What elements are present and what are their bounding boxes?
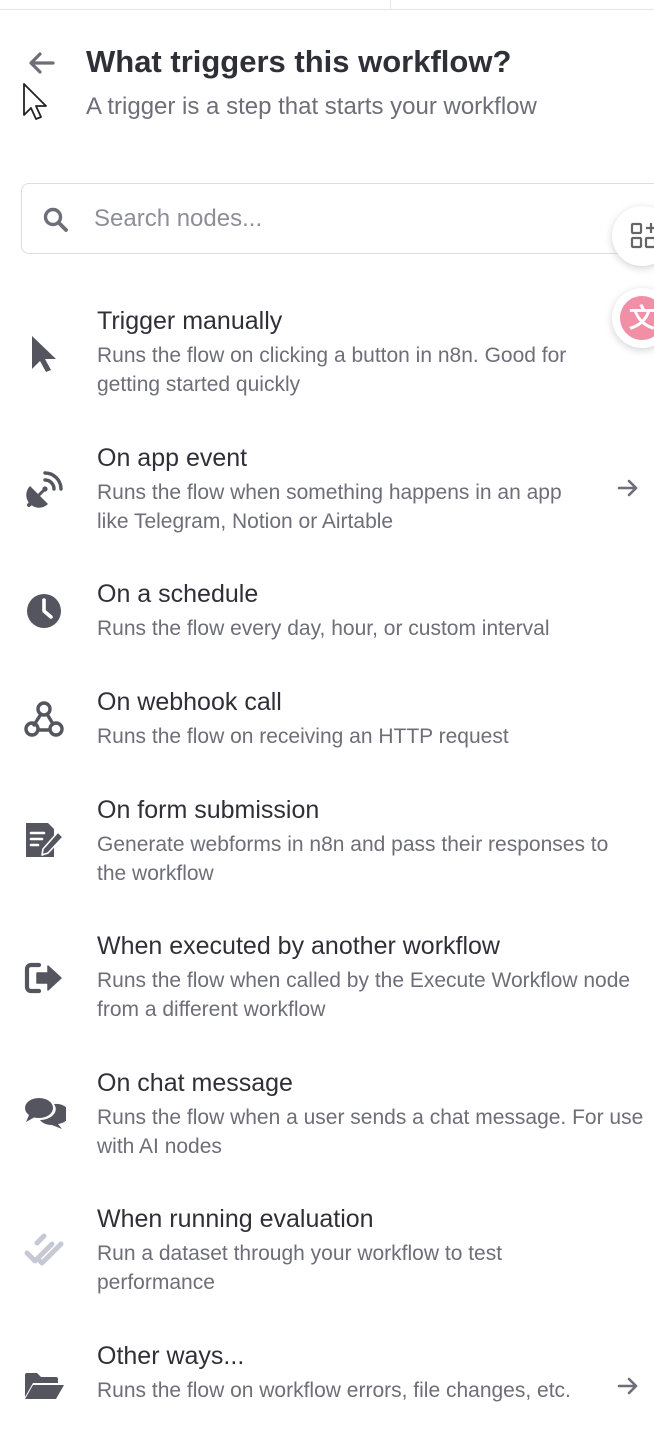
- back-button[interactable]: [24, 46, 58, 80]
- item-description: Runs the flow when a user sends a chat m…: [97, 1106, 644, 1158]
- item-title: On chat message: [97, 1069, 293, 1097]
- item-title: On webhook call: [97, 688, 282, 716]
- item-title: When executed by another workflow: [97, 932, 500, 960]
- item-title: Other ways...: [97, 1342, 245, 1370]
- item-description: Runs the flow when something happens in …: [97, 481, 562, 533]
- trigger-item-other[interactable]: Other ways... Runs the flow on workflow …: [0, 1342, 654, 1442]
- clock-icon: [22, 589, 66, 633]
- arrow-left-icon: [29, 52, 55, 74]
- trigger-item-manual[interactable]: Trigger manually Runs the flow on clicki…: [0, 307, 654, 407]
- folder-open-icon: [22, 1364, 66, 1408]
- item-description: Run a dataset through your workflow to t…: [97, 1242, 503, 1294]
- item-description: Runs the flow on clicking a button in n8…: [97, 344, 567, 396]
- page-title: What triggers this workflow?: [86, 44, 512, 79]
- webhook-icon: [22, 697, 66, 741]
- top-bar-divider: [390, 0, 391, 10]
- item-description: Generate webforms in n8n and pass their …: [97, 833, 609, 885]
- search-box[interactable]: [21, 183, 654, 254]
- search-input[interactable]: [94, 200, 614, 238]
- trigger-item-schedule[interactable]: On a schedule Runs the flow every day, h…: [0, 580, 654, 650]
- satellite-dish-icon: [22, 468, 66, 512]
- search-icon: [43, 207, 68, 232]
- item-description: Runs the flow when called by the Execute…: [97, 969, 631, 1021]
- item-title: Trigger manually: [97, 307, 283, 335]
- mouse-pointer-icon: [22, 331, 66, 375]
- item-title: On a schedule: [97, 580, 259, 608]
- item-description: Runs the flow on receiving an HTTP reque…: [97, 725, 509, 748]
- item-description: Runs the flow every day, hour, or custom…: [97, 617, 550, 640]
- trigger-item-app-event[interactable]: On app event Runs the flow when somethin…: [0, 444, 654, 544]
- item-description: Runs the flow on workflow errors, file c…: [97, 1379, 571, 1402]
- sign-out-icon: [22, 956, 66, 1000]
- page-subtitle: A trigger is a step that starts your wor…: [86, 93, 537, 120]
- item-title: On app event: [97, 444, 248, 472]
- item-title: On form submission: [97, 796, 320, 824]
- trigger-item-webhook[interactable]: On webhook call Runs the flow on receivi…: [0, 688, 654, 758]
- arrow-right-icon: [617, 479, 638, 497]
- top-bar-border: [0, 0, 654, 10]
- comments-icon: [22, 1091, 66, 1135]
- form-edit-icon: [22, 818, 66, 862]
- trigger-item-sub-workflow[interactable]: When executed by another workflow Runs t…: [0, 932, 654, 1032]
- check-double-icon: [22, 1229, 66, 1273]
- trigger-item-chat[interactable]: On chat message Runs the flow when a use…: [0, 1069, 654, 1169]
- arrow-right-icon: [617, 1377, 638, 1395]
- item-title: When running evaluation: [97, 1205, 374, 1233]
- trigger-item-evaluation[interactable]: When running evaluation Run a dataset th…: [0, 1205, 654, 1305]
- mouse-cursor-icon: [23, 83, 47, 120]
- trigger-item-form[interactable]: On form submission Generate webforms in …: [0, 796, 654, 896]
